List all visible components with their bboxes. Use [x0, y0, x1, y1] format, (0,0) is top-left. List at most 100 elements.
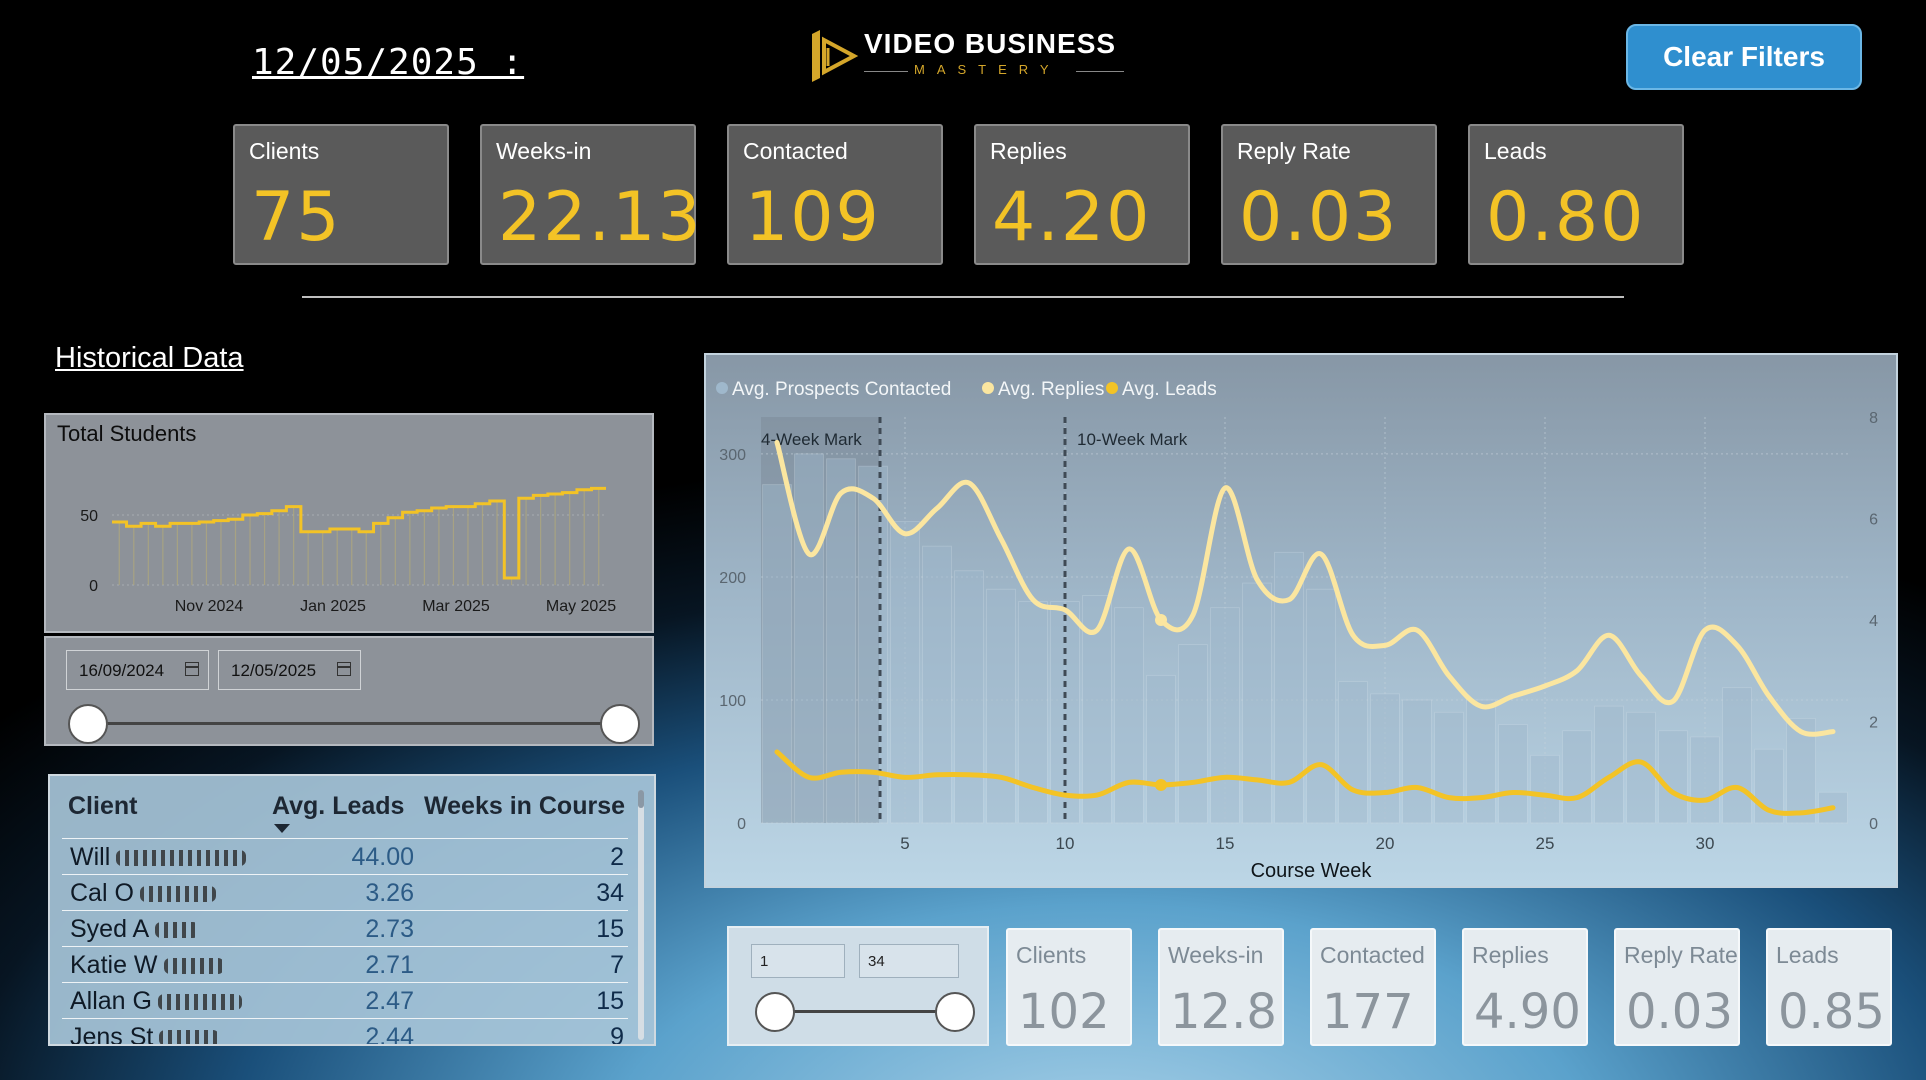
kpi-label: Clients — [249, 138, 320, 164]
weeks-cell: 7 — [610, 951, 624, 979]
historical-data-link[interactable]: Historical Data — [55, 342, 244, 375]
kpi-card-weeks-in: Weeks-in 22.13 — [480, 124, 701, 265]
kpi-label: Replies — [1472, 942, 1549, 968]
table-row[interactable]: Jens St 2.44 9 — [62, 1018, 628, 1046]
week-start-input[interactable]: 1 — [751, 944, 845, 978]
date-slider-end-handle[interactable] — [600, 704, 640, 744]
kpi-label: Reply Rate — [1624, 942, 1738, 968]
weeks-cell: 15 — [596, 915, 624, 943]
column-header-weeks-in-course[interactable]: Weeks in Course — [424, 792, 625, 821]
contacted-bar — [1434, 711, 1464, 824]
kpi-value: 0.03 — [1626, 984, 1733, 1040]
end-date-value: 12/05/2025 — [231, 661, 317, 680]
table-row[interactable]: Allan G 2.47 15 — [62, 982, 628, 1018]
x-tick-label: Jan 2025 — [300, 598, 366, 615]
redacted-text — [116, 850, 247, 867]
course-week-chart[interactable]: 4-Week Mark 10-Week Mark 0 100 200 300 0 2 4 6 8 5 1… — [704, 353, 1898, 888]
x-tick-label: 5 — [900, 834, 909, 853]
x-tick-label: 25 — [1536, 834, 1555, 853]
y-right-tick-label: 2 — [1869, 715, 1878, 732]
contacted-bar — [1498, 724, 1528, 824]
kpi-label: Weeks-in — [496, 138, 592, 164]
week-end-input[interactable]: 34 — [859, 944, 959, 978]
kpi-value: 0.80 — [1486, 178, 1646, 257]
client-name: Will — [70, 843, 111, 871]
legend-swatch — [1106, 382, 1118, 394]
y-right-tick-label: 8 — [1869, 410, 1878, 427]
date-slider-track[interactable] — [86, 722, 616, 725]
weeks-cell: 15 — [596, 987, 624, 1015]
contacted-bar — [1210, 607, 1240, 824]
y-tick-label: 0 — [89, 578, 98, 595]
contacted-bar — [1562, 730, 1592, 824]
end-date-input[interactable]: 12/05/2025 — [218, 650, 361, 690]
kpi-card-weeks-in-filtered: Weeks-in 12.8 — [1158, 928, 1284, 1046]
contacted-bar — [1146, 674, 1176, 824]
kpi-label: Leads — [1484, 138, 1547, 164]
contacted-bar — [794, 453, 824, 824]
contacted-bar — [1402, 699, 1432, 824]
redacted-text — [139, 886, 216, 903]
logo-subtitle: MASTERY — [914, 62, 1061, 77]
redacted-text — [155, 922, 200, 939]
contacted-bar — [1722, 687, 1752, 824]
client-table: Client Avg. Leads Weeks in Course Will 4… — [48, 774, 656, 1046]
table-row[interactable]: Cal O 3.26 34 — [62, 874, 628, 910]
kpi-value: 12.8 — [1170, 984, 1277, 1040]
calendar-icon[interactable] — [337, 662, 351, 676]
column-header-client[interactable]: Client — [68, 792, 137, 821]
contacted-bar — [762, 484, 792, 824]
table-scrollbar[interactable] — [638, 790, 644, 1040]
contacted-bar — [986, 588, 1016, 824]
contacted-bar — [922, 545, 952, 824]
clear-filters-button[interactable]: Clear Filters — [1626, 24, 1862, 90]
week-slider-end-handle[interactable] — [935, 992, 975, 1032]
client-name: Allan G — [70, 987, 152, 1015]
kpi-label: Contacted — [1320, 942, 1425, 968]
contacted-bar — [1690, 736, 1720, 824]
week-slider-track[interactable] — [773, 1010, 953, 1013]
y-tick-label: 50 — [80, 508, 98, 525]
client-name: Jens St — [70, 1023, 154, 1046]
table-scrollbar-thumb[interactable] — [638, 790, 644, 808]
kpi-card-clients-filtered: Clients 102 — [1006, 928, 1132, 1046]
report-date: 12/05/2025 : — [252, 42, 525, 83]
column-header-avg-leads[interactable]: Avg. Leads — [272, 792, 404, 821]
replies-point — [1155, 614, 1167, 626]
x-tick-label: 20 — [1376, 834, 1395, 853]
total-students-chart[interactable]: Total Students 50 0 Nov 2024 Jan 2025 Mar 20… — [44, 413, 654, 633]
legend-label: Avg. Leads — [1122, 379, 1217, 400]
kpi-label: Reply Rate — [1237, 138, 1351, 164]
kpi-value: 0.03 — [1239, 178, 1399, 257]
kpi-card-replies-filtered: Replies 4.90 — [1462, 928, 1588, 1046]
kpi-value: 102 — [1018, 984, 1110, 1040]
start-date-input[interactable]: 16/09/2024 — [66, 650, 209, 690]
kpi-card-reply-rate-filtered: Reply Rate 0.03 — [1614, 928, 1740, 1046]
table-row[interactable]: Syed A 2.73 15 — [62, 910, 628, 946]
redacted-text — [159, 1030, 220, 1044]
contacted-bar — [1306, 588, 1336, 824]
kpi-label: Contacted — [743, 138, 848, 164]
table-row[interactable]: Will 44.00 2 — [62, 838, 628, 874]
calendar-icon[interactable] — [185, 662, 199, 676]
y-left-tick-label: 300 — [719, 447, 746, 464]
date-slider-start-handle[interactable] — [68, 704, 108, 744]
client-name: Syed A — [70, 915, 150, 943]
logo-icon — [812, 30, 859, 82]
legend-swatch — [716, 382, 728, 394]
kpi-card-replies: Replies 4.20 — [974, 124, 1190, 265]
course-week-slicer: 1 34 — [727, 926, 989, 1046]
kpi-label: Leads — [1776, 942, 1839, 968]
week-slider-start-handle[interactable] — [755, 992, 795, 1032]
students-line — [112, 486, 606, 580]
table-row[interactable]: Katie W 2.71 7 — [62, 946, 628, 982]
x-tick-label: 30 — [1696, 834, 1715, 853]
y-right-tick-label: 6 — [1869, 512, 1878, 529]
kpi-value: 75 — [251, 178, 342, 257]
y-left-tick-label: 100 — [719, 693, 746, 710]
logo-rule-right — [1076, 71, 1124, 72]
x-tick-label: 15 — [1216, 834, 1235, 853]
kpi-card-clients: Clients 75 — [233, 124, 449, 265]
weeks-cell: 2 — [610, 843, 624, 871]
logo-title: VIDEO BUSINESS — [864, 28, 1117, 59]
